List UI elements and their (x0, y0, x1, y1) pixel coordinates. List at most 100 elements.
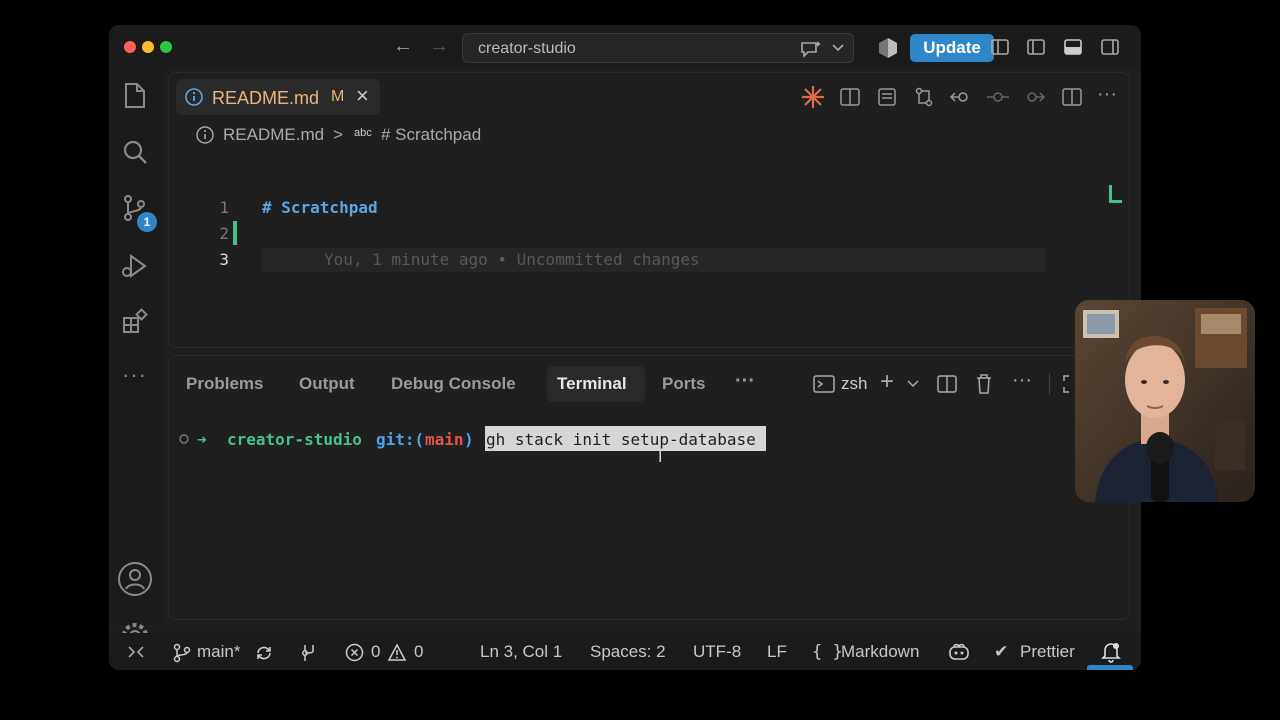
error-icon (345, 643, 364, 662)
back-arrow-icon[interactable]: ← (393, 35, 413, 58)
divider (1049, 373, 1050, 395)
extensions-icon[interactable] (119, 306, 151, 338)
command-center-text: creator-studio (478, 40, 576, 57)
terminal-git-label: git:( (376, 430, 425, 449)
tab-debug-console[interactable]: Debug Console (391, 374, 516, 394)
tab-problems[interactable]: Problems (186, 374, 263, 394)
more-panel-tabs-icon[interactable]: ··· (735, 370, 755, 393)
status-branch[interactable]: main* (197, 642, 240, 662)
editor-actions: ··· (801, 83, 1121, 113)
commit-icon[interactable] (986, 86, 1010, 108)
split-editor-icon[interactable] (1061, 86, 1083, 108)
source-control-badge: 1 (137, 212, 157, 232)
status-warnings[interactable]: 0 (414, 642, 423, 662)
symbol-string-icon: abc (354, 127, 372, 139)
tab-readme[interactable]: README.md M × (176, 79, 380, 115)
minimap-change-marker (1112, 200, 1122, 203)
update-button[interactable]: Update (910, 34, 994, 62)
status-encoding[interactable]: UTF-8 (693, 642, 741, 662)
activity-bar: 1 ··· 1 (109, 70, 164, 658)
status-bar: main* 0 0 Ln 3, Col 1 Spaces: 2 UTF-8 LF… (109, 633, 1141, 670)
zoom-window-button[interactable] (160, 41, 172, 53)
bottom-panel: Problems Output Debug Console Terminal P… (168, 355, 1130, 620)
more-actions-icon[interactable]: ··· (1097, 83, 1117, 106)
chevron-right-icon: > (333, 125, 343, 144)
status-cursor-position[interactable]: Ln 3, Col 1 (480, 642, 562, 662)
info-icon (185, 88, 203, 106)
line-number: 1 (219, 198, 229, 217)
webcam-overlay (1075, 300, 1255, 502)
close-tab-icon[interactable]: × (356, 83, 369, 109)
presenter-video-image (1075, 300, 1255, 502)
graph-icon[interactable] (299, 643, 319, 663)
terminal-git-close: ) (464, 430, 474, 449)
terminal-branch: main (425, 430, 464, 449)
search-icon[interactable] (119, 137, 151, 169)
line-number: 2 (219, 224, 229, 243)
toggle-panel-icon[interactable] (1063, 37, 1083, 57)
sync-icon[interactable] (254, 643, 274, 663)
warning-icon (387, 643, 407, 661)
previous-change-icon[interactable] (949, 86, 973, 108)
toggle-primary-sidebar-icon[interactable] (1026, 37, 1046, 57)
chat-sparkle-icon[interactable] (799, 40, 823, 58)
trash-icon[interactable] (974, 373, 994, 395)
status-indentation[interactable]: Spaces: 2 (590, 642, 666, 662)
git-branch-icon (173, 643, 191, 663)
code-line-heading[interactable]: # Scratchpad (262, 198, 378, 217)
title-bar: ← → creator-studio Update (109, 25, 1141, 70)
new-terminal-icon[interactable]: + (880, 368, 894, 396)
status-eol[interactable]: LF (767, 642, 787, 662)
tab-ports[interactable]: Ports (662, 374, 705, 394)
command-center-search[interactable]: creator-studio (462, 33, 854, 63)
more-terminal-actions-icon[interactable]: ··· (1012, 369, 1032, 392)
modified-indicator: M (331, 88, 345, 105)
toggle-secondary-sidebar-icon[interactable] (1100, 37, 1120, 57)
claude-spark-icon[interactable] (801, 85, 825, 109)
explorer-files-icon[interactable] (119, 80, 151, 112)
forward-arrow-icon[interactable]: → (429, 35, 449, 58)
status-language[interactable]: Markdown (841, 642, 919, 662)
compare-changes-icon[interactable] (913, 86, 935, 108)
notifications-bell-icon[interactable] (1101, 641, 1121, 663)
split-terminal-icon[interactable] (936, 373, 958, 395)
open-changes-icon[interactable] (876, 86, 898, 108)
breadcrumb-file[interactable]: README.md (223, 125, 324, 145)
minimize-window-button[interactable] (142, 41, 154, 53)
notification-accent-bar (1087, 665, 1133, 670)
terminal-icon (813, 375, 835, 393)
chevron-down-icon[interactable] (832, 43, 844, 53)
blame-line-highlight: You, 1 minute ago • Uncommitted changes (262, 248, 1046, 272)
info-icon (196, 126, 214, 144)
run-debug-icon[interactable] (119, 250, 151, 282)
terminal-cwd: creator-studio (227, 430, 362, 449)
check-double-icon: ✔ (994, 642, 1009, 661)
text-cursor-icon: I (658, 449, 663, 466)
remote-indicator-icon[interactable] (127, 643, 145, 661)
more-views-icon[interactable]: ··· (122, 362, 147, 388)
tab-terminal[interactable]: Terminal (557, 374, 627, 394)
tab-label: README.md (212, 88, 320, 108)
copilot-icon[interactable] (948, 642, 970, 662)
prompt-arrow: ➜ (197, 430, 207, 449)
open-preview-icon[interactable] (839, 86, 861, 108)
editor-group: README.md M × ··· README.md > abc # Scra… (168, 72, 1130, 348)
shell-name[interactable]: zsh (841, 374, 867, 394)
terminal-command[interactable]: gh stack init setup-database (485, 426, 766, 451)
account-icon[interactable] (117, 561, 153, 597)
status-errors[interactable]: 0 (371, 642, 380, 662)
status-formatter[interactable]: Prettier (1020, 642, 1075, 662)
vscode-window: ← → creator-studio Update 1 ··· README.m… (109, 25, 1141, 670)
close-window-button[interactable] (124, 41, 136, 53)
line-number: 3 (219, 250, 229, 269)
breadcrumb-symbol[interactable]: # Scratchpad (381, 125, 481, 145)
customize-layout-icon[interactable] (990, 37, 1010, 57)
git-added-gutter (233, 221, 237, 245)
chevron-down-icon[interactable] (907, 379, 919, 389)
braces-icon: { } (812, 642, 843, 662)
command-status-circle-icon (179, 434, 189, 444)
next-change-icon[interactable] (1022, 86, 1046, 108)
blame-annotation: You, 1 minute ago • Uncommitted changes (324, 250, 700, 269)
copilot-hex-icon[interactable] (877, 37, 899, 59)
tab-output[interactable]: Output (299, 374, 355, 394)
